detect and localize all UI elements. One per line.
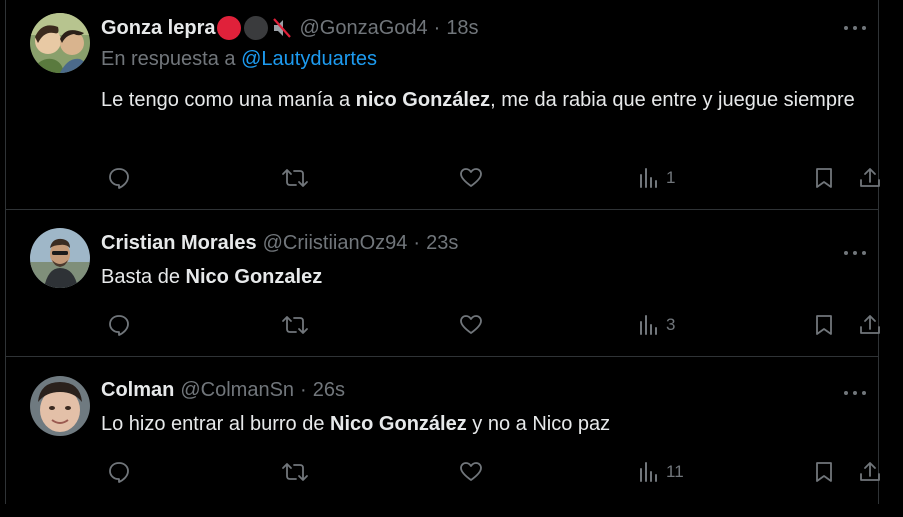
retweet-button[interactable] (281, 457, 309, 487)
tweet[interactable]: Gonza lepra @GonzaGod4 · 18s En respuest… (6, 0, 880, 210)
timestamp[interactable]: 23s (426, 232, 458, 255)
retweet-icon (281, 460, 309, 484)
separator: · (300, 378, 307, 401)
author-handle[interactable]: @CriistiianOz94 (263, 232, 408, 255)
tweet[interactable]: Cristian Morales @CriistiianOz94 · 23s B… (6, 210, 880, 357)
retweet-icon (281, 313, 309, 337)
separator: · (413, 231, 421, 254)
bookmark-button[interactable] (813, 457, 835, 487)
bookmark-button[interactable] (813, 163, 835, 193)
action-bar: 11 (101, 457, 891, 487)
tweet-text: Lo hizo entrar al burro de Nico González… (101, 409, 871, 439)
separator: · (433, 16, 441, 39)
like-icon (459, 313, 483, 337)
author-name[interactable]: Gonza lepra (101, 17, 215, 40)
share-icon (858, 313, 882, 337)
views-count: 11 (666, 462, 684, 481)
views-count: 3 (666, 315, 676, 334)
tweet-header: Gonza lepra @GonzaGod4 · 18s (101, 14, 479, 42)
tweet-text: Basta de Nico Gonzalez (101, 262, 871, 292)
views-count: 1 (666, 168, 676, 187)
timestamp[interactable]: 26s (313, 379, 345, 402)
reply-button[interactable] (107, 163, 131, 193)
text-part: Le tengo como una manía a (101, 89, 356, 111)
bookmark-icon (813, 313, 835, 337)
views-icon (638, 167, 660, 189)
views-icon (638, 314, 660, 336)
views-button[interactable]: 3 (638, 310, 675, 340)
timeline: Gonza lepra @GonzaGod4 · 18s En respuest… (5, 0, 880, 504)
tweet-header: Cristian Morales @CriistiianOz94 · 23s (101, 229, 458, 257)
like-button[interactable] (459, 457, 483, 487)
reply-button[interactable] (107, 457, 131, 487)
share-icon (858, 460, 882, 484)
share-button[interactable] (858, 163, 882, 193)
retweet-icon (281, 166, 309, 190)
reply-icon (107, 166, 131, 190)
author-handle[interactable]: @GonzaGod4 (299, 17, 427, 40)
like-button[interactable] (459, 163, 483, 193)
views-button[interactable]: 1 (638, 163, 675, 193)
text-part: y no a Nico paz (466, 413, 611, 435)
timestamp[interactable]: 18s (446, 17, 478, 40)
tweet-header: Colman @ColmanSn · 26s (101, 376, 345, 404)
author-name[interactable]: Colman (101, 379, 174, 402)
reply-mention-link[interactable]: @Lautyduartes (241, 48, 377, 70)
text-part: , me da rabia que entre y juegue siempre (490, 89, 855, 111)
views-button[interactable]: 11 (638, 457, 684, 487)
like-button[interactable] (459, 310, 483, 340)
views-icon (638, 461, 660, 483)
action-bar: 3 (101, 310, 891, 340)
red-circle-icon (217, 16, 242, 40)
share-button[interactable] (858, 310, 882, 340)
bookmark-icon (813, 460, 835, 484)
more-icon[interactable] (842, 15, 868, 41)
action-bar: 1 (101, 163, 891, 193)
author-handle[interactable]: @ColmanSn (180, 379, 294, 402)
avatar[interactable] (30, 376, 90, 436)
reply-context: En respuesta a @Lautyduartes (101, 48, 377, 71)
muted-speaker-icon (271, 16, 293, 40)
retweet-button[interactable] (281, 163, 309, 193)
avatar[interactable] (30, 228, 90, 288)
text-part: Lo hizo entrar al burro de (101, 413, 331, 435)
tweet-text: Le tengo como una manía a nico González,… (101, 85, 871, 115)
share-icon (858, 166, 882, 190)
author-name[interactable]: Cristian Morales (101, 232, 257, 255)
like-icon (459, 460, 483, 484)
text-bold: Nico Gonzalez (185, 266, 323, 288)
bookmark-button[interactable] (813, 310, 835, 340)
retweet-button[interactable] (281, 310, 309, 340)
bookmark-icon (813, 166, 835, 190)
share-button[interactable] (858, 457, 882, 487)
reply-button[interactable] (107, 310, 131, 340)
like-icon (459, 166, 483, 190)
text-part: Basta de (101, 266, 186, 288)
reply-icon (107, 460, 131, 484)
more-icon[interactable] (842, 380, 868, 406)
black-circle-icon (244, 16, 269, 40)
avatar[interactable] (30, 13, 90, 73)
reply-prefix: En respuesta a (101, 48, 236, 70)
text-bold: Nico González (330, 413, 467, 435)
reply-icon (107, 313, 131, 337)
text-bold: nico González (355, 89, 491, 111)
tweet[interactable]: Colman @ColmanSn · 26s Lo hizo entrar al… (6, 357, 880, 517)
